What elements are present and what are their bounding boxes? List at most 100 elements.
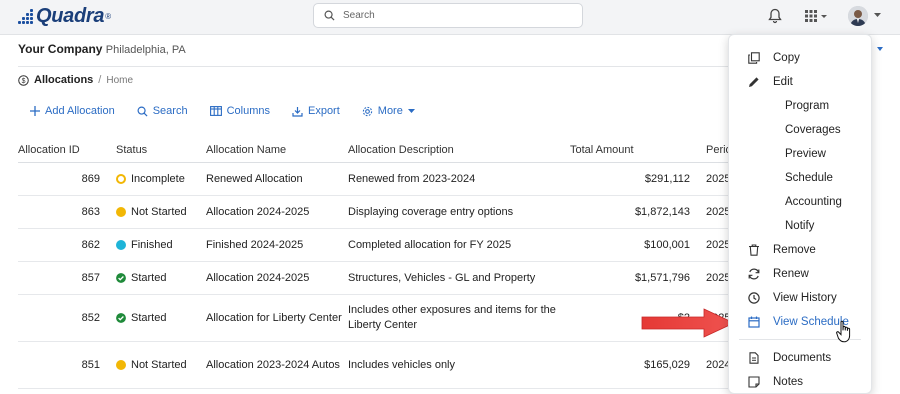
cell-allocation-name: Finished 2024-2025 — [206, 228, 348, 262]
menu-item-notify[interactable]: Notify — [729, 217, 871, 235]
add-allocation-label: Add Allocation — [45, 105, 115, 117]
menu-label: Remove — [773, 244, 816, 256]
status-cell: Incomplete — [116, 173, 206, 185]
menu-item-remove[interactable]: Remove — [729, 241, 871, 259]
status-not-started-icon — [116, 207, 126, 217]
status-cell: Started — [116, 312, 206, 324]
user-menu-chevron-icon[interactable] — [874, 13, 881, 18]
status-cell: Not Started — [116, 206, 206, 218]
brand-registered-mark: ® — [105, 11, 112, 21]
logo-dots-icon — [18, 8, 33, 24]
header-total-amount[interactable]: Total Amount — [570, 138, 706, 163]
menu-item-view-history[interactable]: View History — [729, 289, 871, 307]
cell-allocation-id: 863 — [18, 195, 116, 229]
menu-item-accounting[interactable]: Accounting — [729, 193, 871, 211]
menu-item-coverages[interactable]: Coverages — [729, 121, 871, 139]
cell-allocation-description: Displaying coverage entry options — [348, 195, 570, 229]
company-header: Your Company Philadelphia, PA — [18, 42, 186, 56]
header-divider — [18, 66, 728, 67]
cell-allocation-name: Renewed Allocation — [206, 162, 348, 196]
status-text: Not Started — [131, 359, 187, 371]
export-button[interactable]: Export — [292, 105, 340, 117]
quadra-logo[interactable]: Quadra ® — [18, 4, 111, 28]
menu-label: View History — [773, 292, 837, 304]
table-row[interactable]: 869 Incomplete Renewed Allocation Renewe… — [18, 162, 746, 196]
menu-label: Coverages — [785, 124, 841, 136]
status-cell: Started — [116, 272, 206, 284]
export-icon — [292, 106, 303, 117]
search-input[interactable] — [341, 9, 565, 22]
cell-allocation-description: Structures, Vehicles - GL and Property — [348, 261, 570, 295]
apps-grid-icon[interactable] — [805, 10, 829, 22]
search-icon — [324, 10, 335, 21]
status-text: Started — [131, 312, 167, 324]
document-icon — [749, 352, 759, 364]
cell-allocation-id: 852 — [18, 294, 116, 342]
user-avatar[interactable] — [848, 6, 868, 26]
menu-label: Schedule — [785, 172, 833, 184]
menu-item-notes[interactable]: Notes — [729, 373, 871, 391]
columns-icon — [209, 106, 222, 116]
menu-label: Notes — [773, 376, 804, 388]
menu-item-program[interactable]: Program — [729, 97, 871, 115]
brand-name: Quadra — [36, 4, 105, 27]
breadcrumb-home-link[interactable]: Home — [106, 75, 133, 86]
svg-text:$: $ — [22, 77, 26, 84]
cell-allocation-id: 862 — [18, 228, 116, 262]
header-allocation-name[interactable]: Allocation Name — [206, 138, 348, 163]
cell-total-amount: $1,872,143 — [570, 195, 706, 229]
menu-item-renew[interactable]: Renew — [729, 265, 871, 283]
status-started-check-icon — [116, 313, 126, 323]
search-button[interactable]: Search — [137, 105, 188, 117]
table-row[interactable]: 862 Finished Finished 2024-2025 Complete… — [18, 228, 746, 262]
menu-item-schedule[interactable]: Schedule — [729, 169, 871, 187]
clock-icon — [748, 292, 760, 304]
grid-toolbar: Add Allocation Search Columns Export Mor… — [30, 105, 442, 117]
gear-icon — [362, 106, 372, 116]
company-location: Philadelphia, PA — [105, 44, 186, 56]
menu-item-copy[interactable]: Copy — [729, 49, 871, 67]
columns-button[interactable]: Columns — [209, 105, 270, 117]
search-icon — [137, 106, 148, 117]
global-search[interactable] — [313, 3, 583, 28]
status-text: Not Started — [131, 206, 187, 218]
search-label: Search — [152, 105, 188, 117]
menu-label: Program — [785, 100, 830, 112]
bell-icon[interactable] — [768, 8, 782, 24]
plus-icon — [30, 106, 40, 116]
menu-label: Edit — [773, 76, 793, 88]
refresh-icon — [748, 268, 760, 280]
menu-label: Notify — [785, 220, 815, 232]
company-name: Your Company — [18, 42, 103, 56]
columns-label: Columns — [226, 105, 270, 117]
status-cell: Not Started — [116, 359, 206, 371]
header-allocation-description[interactable]: Allocation Description — [348, 138, 570, 163]
cell-allocation-description: Completed allocation for FY 2025 — [348, 228, 570, 262]
menu-label: Accounting — [785, 196, 842, 208]
cell-allocation-id: 851 — [18, 341, 116, 389]
cell-total-amount: $100,001 — [570, 228, 706, 262]
menu-label: Copy — [773, 52, 800, 64]
status-started-check-icon — [116, 273, 126, 283]
cell-allocation-description: Includes vehicles only — [348, 341, 570, 389]
top-bar: Quadra ® — [0, 0, 900, 35]
status-not-started-icon — [116, 360, 126, 370]
table-row[interactable]: 863 Not Started Allocation 2024-2025 Dis… — [18, 195, 746, 229]
header-status[interactable]: Status — [116, 138, 206, 163]
add-allocation-button[interactable]: Add Allocation — [30, 105, 115, 117]
table-row[interactable]: 851 Not Started Allocation 2023-2024 Aut… — [18, 341, 746, 389]
menu-label: Documents — [773, 352, 832, 364]
header-allocation-id[interactable]: Allocation ID — [18, 138, 116, 163]
menu-caret-icon — [877, 47, 883, 51]
table-row[interactable]: 857 Started Allocation 2024-2025 Structu… — [18, 261, 746, 295]
menu-item-edit[interactable]: Edit — [729, 73, 871, 91]
breadcrumb-separator: / — [98, 74, 102, 86]
more-label: More — [377, 105, 403, 117]
more-button[interactable]: More — [362, 105, 420, 117]
menu-label: Renew — [773, 268, 809, 280]
copy-icon — [748, 52, 760, 64]
table-row[interactable]: 852 Started Allocation for Liberty Cente… — [18, 294, 746, 342]
cell-allocation-name: Allocation 2024-2025 — [206, 195, 348, 229]
menu-item-preview[interactable]: Preview — [729, 145, 871, 163]
menu-item-documents[interactable]: Documents — [729, 349, 871, 367]
